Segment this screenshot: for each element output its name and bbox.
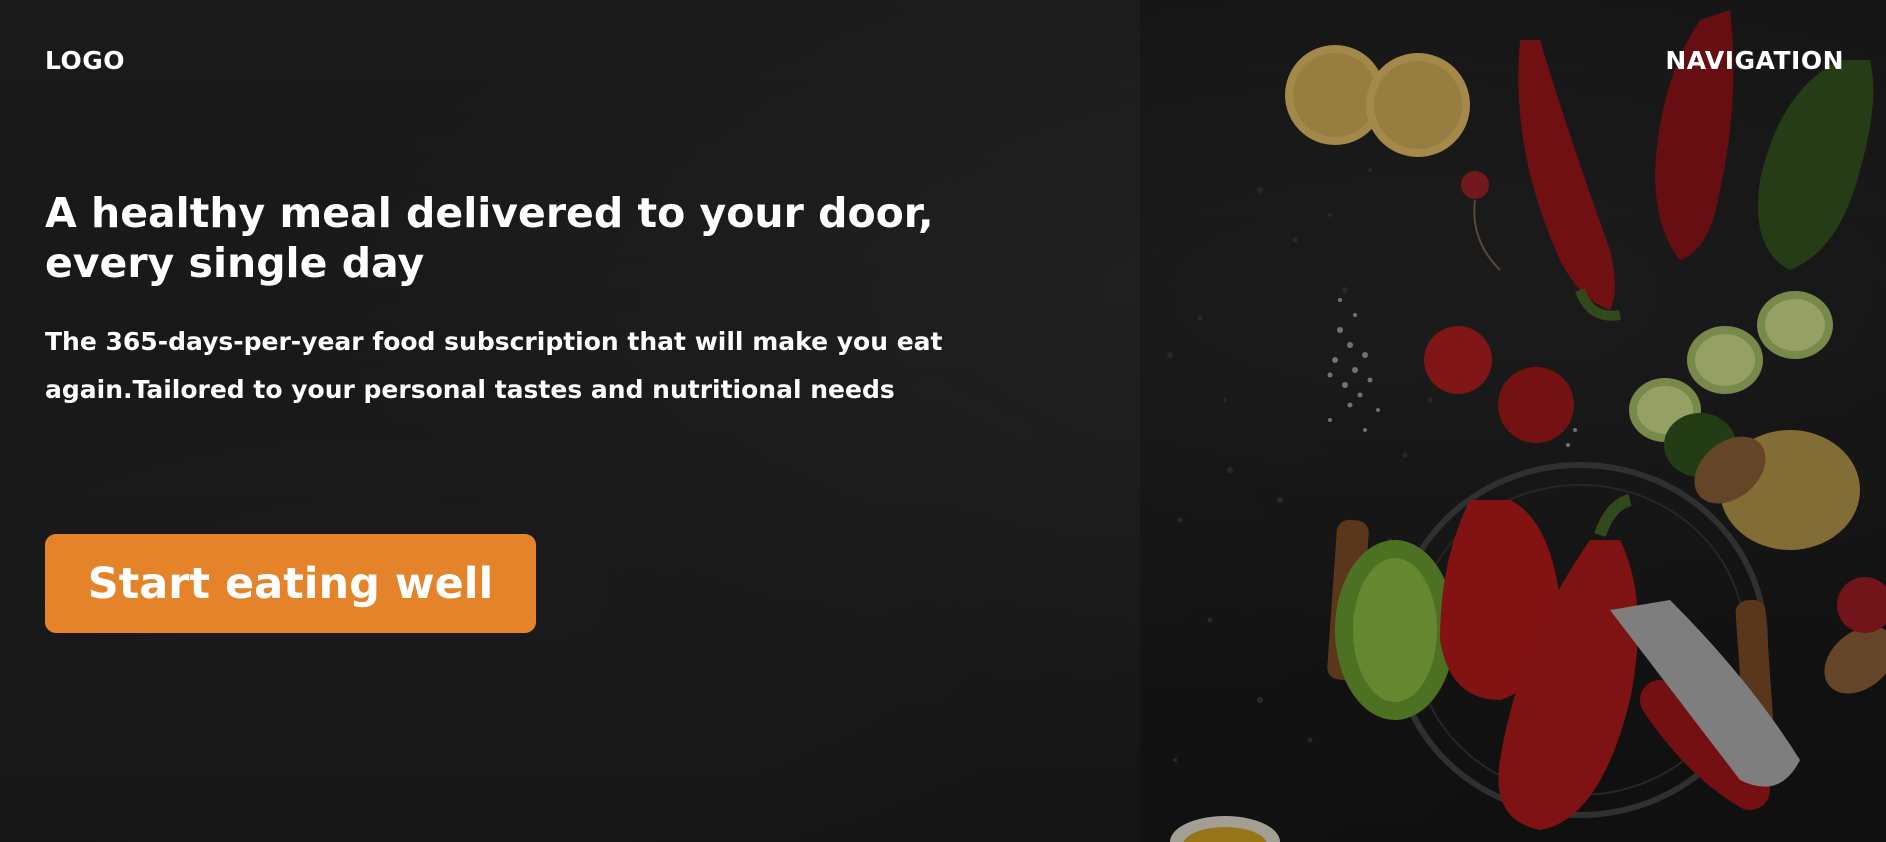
logo[interactable]: LOGO: [45, 46, 125, 75]
start-eating-well-button[interactable]: Start eating well: [45, 534, 536, 633]
hero-subtext: The 365-days-per-year food subscription …: [45, 327, 943, 404]
hero-section: LOGO NAVIGATION A healthy meal delivered…: [0, 0, 1886, 842]
vegetables-background-image: [1140, 0, 1886, 842]
hero-headline: A healthy meal delivered to your door, e…: [45, 189, 934, 287]
navigation-link[interactable]: NAVIGATION: [1665, 46, 1844, 75]
